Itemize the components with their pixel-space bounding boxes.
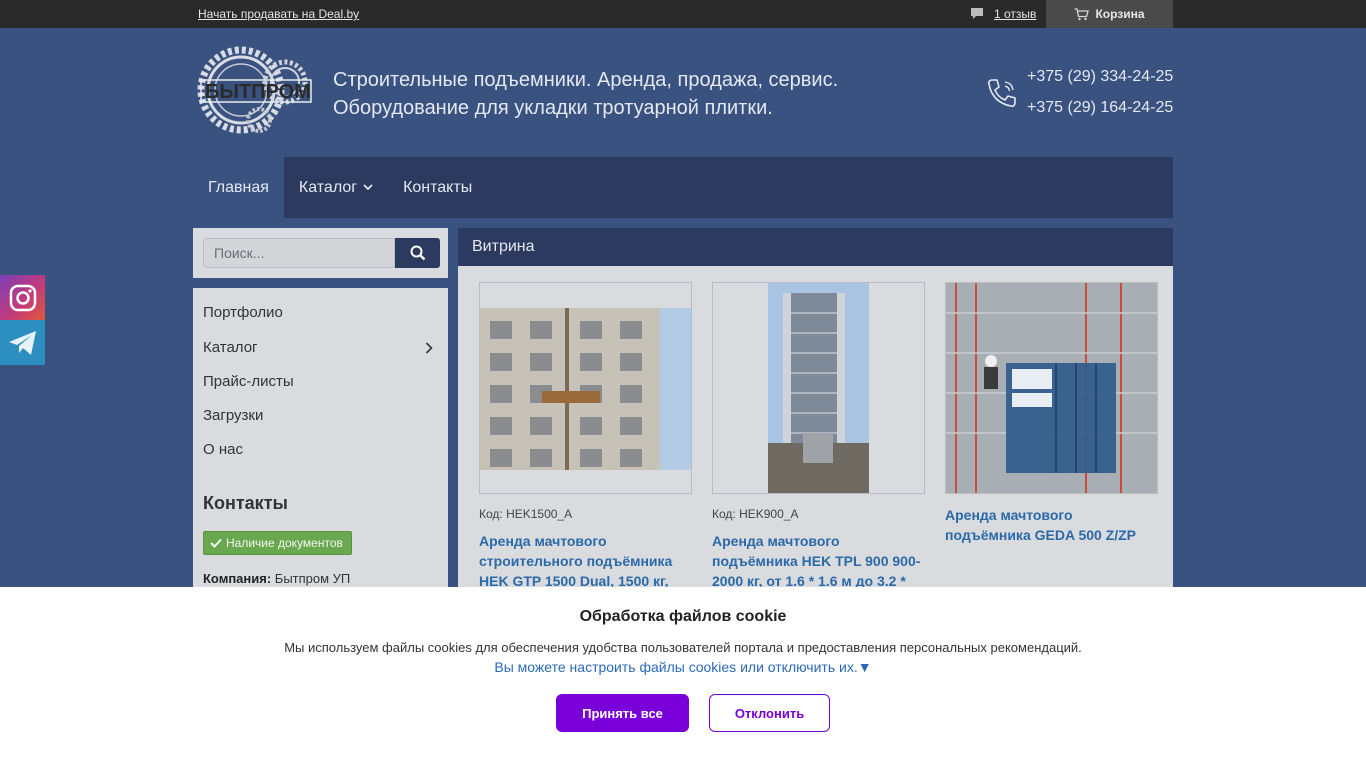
search-icon [410,245,425,261]
sidebar-item-about[interactable]: О нас [203,441,433,458]
sidebar-item-label: Портфолио [203,304,283,321]
phone-icon [987,79,1016,108]
company-info: Компания: Бытпром УП [203,571,350,586]
cookie-text: Мы используем файлы cookies для обеспече… [284,640,1082,655]
product-title-line: Аренда мачтового [479,533,607,549]
reviews-link[interactable]: 1 отзыв [994,7,1036,21]
product-title-3[interactable]: Аренда мачтового подъёмника GEDA 500 Z/Z… [945,505,1158,545]
product-title-line: Аренда мачтового [945,507,1073,523]
product-title-1[interactable]: Аренда мачтового строительного подъёмник… [479,531,692,591]
company-value: Бытпром УП [274,571,351,586]
sidebar-item-portfolio[interactable]: Портфолио [203,304,433,321]
product-image-2[interactable] [712,282,925,494]
product-title-line: подъёмника GEDA 500 Z/ZP [945,527,1137,543]
chevron-down-icon [363,184,373,191]
telegram-icon [8,330,36,355]
product-title-line: строительного подъёмника [479,553,673,569]
cart-button[interactable]: Корзина [1046,0,1173,28]
sidebar-item-downloads[interactable]: Загрузки [203,407,433,424]
company-label: Компания: [203,571,272,586]
reviews-link-group[interactable]: 1 отзыв [970,6,1036,22]
product-code-2: Код: HEK900_A [712,507,799,521]
cart-label: Корзина [1095,7,1145,21]
logo-text: БЫТПРОМ [205,81,311,103]
sidebar-item-label: Прайс-листы [203,373,294,390]
tagline-line-2: Оборудование для укладки тротуарной плит… [333,97,773,119]
tagline-line-1: Строительные подъемники. Аренда, продажа… [333,69,839,91]
geda-lift-image [946,283,1157,493]
instagram-icon [9,284,36,311]
cart-icon [1074,7,1090,20]
product-card-1: Код: HEK1500_A Аренда мачтового строител… [479,282,692,591]
product-image-1[interactable] [479,282,692,494]
nav-label-contacts: Контакты [403,178,473,196]
sidebar-item-catalog[interactable]: Каталог [203,339,433,356]
decline-button[interactable]: Отклонить [709,694,830,732]
tower-lift-image [768,283,869,493]
cookie-title: Обработка файлов cookie [579,608,787,625]
chevron-right-icon [425,342,433,354]
sidebar-item-label: Каталог [203,339,258,356]
product-title-2[interactable]: Аренда мачтового подъёмника HEK TPL 900 … [712,531,925,591]
main-nav: Главная Каталог Контакты [193,157,1173,218]
product-code-1: Код: HEK1500_A [479,507,573,521]
nav-item-home[interactable]: Главная [193,157,284,218]
sidebar-contacts-title: Контакты [203,493,288,513]
sidebar-item-label: О нас [203,441,243,458]
sidebar-panel: Портфолио Каталог Прайс-листы Загрузки О… [193,288,448,588]
cookie-banner: Обработка файлов cookie Мы используем фа… [0,587,1366,768]
nav-label-catalog: Каталог [298,178,358,196]
search-box [193,228,448,278]
documents-badge-label: Наличие документов [226,536,343,550]
nav-item-catalog[interactable]: Каталог [284,157,388,218]
checkmark-icon [210,538,222,548]
nav-item-contacts[interactable]: Контакты [388,157,487,218]
showcase-title: Витрина [458,228,1173,266]
product-card-3: Аренда мачтового подъёмника GEDA 500 Z/Z… [945,282,1158,545]
nav-label-home: Главная [208,178,269,196]
cookie-settings-link[interactable]: Вы можете настроить файлы cookies или от… [0,659,1366,675]
sidebar-item-label: Загрузки [203,407,264,424]
bytprom-logo[interactable]: БЫТПРОМ [193,42,317,140]
product-card-2: Код: HEK900_A Аренда мачтового подъёмник… [712,282,925,591]
product-image-3[interactable] [945,282,1158,494]
documents-badge[interactable]: Наличие документов [203,531,352,555]
search-input[interactable] [203,238,395,268]
product-title-line: Аренда мачтового [712,533,840,549]
header-tagline: Строительные подъемники. Аренда, продажа… [333,66,838,122]
telegram-button[interactable] [0,320,45,365]
instagram-button[interactable] [0,275,45,320]
phone-number-1[interactable]: +375 (29) 334-24-25 [1027,68,1173,86]
sidebar-item-price-lists[interactable]: Прайс-листы [203,373,433,390]
chat-icon [971,8,983,19]
accept-all-button[interactable]: Принять все [556,694,689,732]
showcase-section: Витрина Код: HEK1500_A Аренда мачтового … [458,228,1173,591]
search-button[interactable] [395,238,440,268]
top-bar: Начать продавать на Deal.by 1 отзыв Корз… [0,0,1366,28]
building-lift-image [480,308,691,470]
product-title-line: подъёмника HEK TPL 900 900- [712,553,921,569]
phone-number-2[interactable]: +375 (29) 164-24-25 [1027,99,1173,117]
start-selling-link[interactable]: Начать продавать на Deal.by [198,7,359,21]
